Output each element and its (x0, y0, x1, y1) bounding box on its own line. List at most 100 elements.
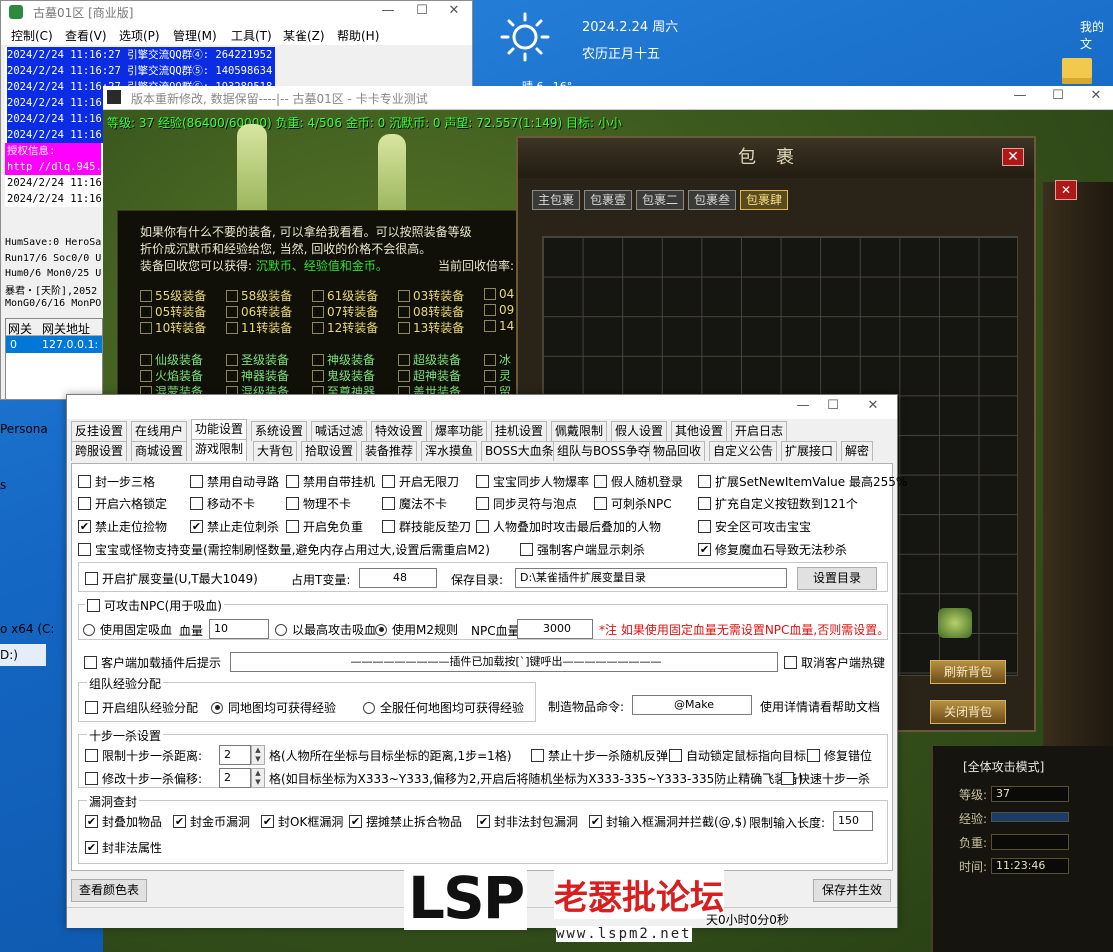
check-ten-step-offset[interactable]: 修改十步一杀偏移: (85, 770, 202, 787)
minimize-icon[interactable]: — (787, 397, 819, 417)
occupy-t-input[interactable]: 48 (359, 568, 437, 588)
close-icon[interactable]: ✕ (1055, 180, 1077, 200)
tab-system-settings[interactable]: 系统设置 (251, 421, 308, 441)
close-bag-button[interactable]: 关闭背包 (930, 700, 1006, 724)
recycle-option[interactable]: 12转装备 (312, 319, 378, 336)
minimize-icon[interactable]: — (371, 1, 405, 23)
check-cancel-client-hotkey[interactable]: 取消客户端热键 (784, 654, 885, 671)
col-gateway[interactable]: 网关 (8, 320, 32, 337)
tab-anticheat[interactable]: 反挂设置 (71, 421, 128, 441)
recycle-option[interactable]: 超神装备 (398, 367, 461, 384)
tab-pickup[interactable]: 拾取设置 (301, 441, 358, 461)
recycle-option[interactable]: 07转装备 (312, 303, 378, 320)
menu-help[interactable]: 帮助(H) (337, 27, 379, 44)
check-no-move-pickup[interactable]: ✔ 禁止走位捡物 (78, 518, 167, 535)
check-disable-pathfind[interactable]: 禁用自动寻路 (190, 473, 279, 490)
check-safezone-attack-pet[interactable]: 安全区可攻击宝宝 (698, 518, 811, 535)
bag-tab-4[interactable]: 包裹肆 (740, 190, 789, 210)
recycle-option[interactable]: 10转装备 (140, 319, 206, 336)
check-auto-lock-target[interactable]: 自动锁定鼠标指向目标 (669, 747, 806, 764)
check-ext-vars[interactable]: 开启扩展变量(U,T最大1049) (85, 570, 258, 587)
check-block-gold[interactable]: ✔ 封金币漏洞 (173, 813, 250, 830)
menu-view[interactable]: 查看(V) (65, 27, 107, 44)
check-fix-offset[interactable]: 修复错位 (807, 747, 872, 764)
check-stall-no-split[interactable]: ✔ 摆摊禁止拆合物品 (349, 813, 462, 830)
menu-control[interactable]: 控制(C) (11, 27, 53, 44)
col-gateway-address[interactable]: 网关地址 (42, 320, 90, 337)
maximize-icon[interactable]: ☐ (1041, 86, 1075, 108)
recycle-option[interactable]: 13转装备 (398, 319, 464, 336)
tab-shop[interactable]: 商城设置 (131, 441, 188, 461)
check-disable-afk[interactable]: 禁用自带挂机 (286, 473, 375, 490)
refresh-bag-button[interactable]: 刷新背包 (930, 660, 1006, 684)
recycle-option[interactable]: 05转装备 (140, 303, 206, 320)
recycle-option[interactable]: 61级装备 (312, 287, 378, 304)
check-ext-itemvalue[interactable]: 扩展SetNewItemValue 最高255% (698, 473, 907, 490)
check-block-ok-box[interactable]: ✔ 封OK框漏洞 (261, 813, 343, 830)
tab-drop-rate[interactable]: 爆率功能 (431, 421, 488, 441)
close-icon[interactable]: ✕ (437, 1, 471, 23)
close-icon[interactable]: ✕ (857, 397, 889, 417)
ten-step-distance-input[interactable]: 2 (219, 745, 251, 765)
check-ten-step-no-bounce[interactable]: 禁止十步一杀随机反弹 (531, 747, 668, 764)
bg-fragment-drive-d[interactable]: D:) (0, 644, 46, 666)
radio-max-attack-lifesteal[interactable]: 以最高攻击吸血 (275, 621, 376, 638)
recycle-option[interactable]: 58级装备 (226, 287, 292, 304)
tab-equip-recommend[interactable]: 装备推荐 (361, 441, 418, 461)
view-colors-button[interactable]: 查看颜色表 (71, 879, 147, 902)
menu-tools[interactable]: 工具(T) (231, 27, 272, 44)
recycle-option[interactable]: 04 (484, 287, 514, 301)
npc-hp-input[interactable]: 3000 (517, 619, 593, 639)
check-six-grid-lock[interactable]: 开启六格锁定 (78, 495, 167, 512)
recycle-option[interactable]: 鬼级装备 (312, 367, 375, 384)
menu-manage[interactable]: 管理(M) (173, 27, 217, 44)
recycle-option[interactable]: 圣级装备 (226, 351, 289, 368)
make-cmd-input[interactable]: @Make (632, 695, 752, 715)
menu-plugin[interactable]: 某雀(Z) (283, 27, 325, 44)
tab-chat-filter[interactable]: 喊话过滤 (311, 421, 368, 441)
tab-custom-notice[interactable]: 自定义公告 (709, 441, 778, 461)
minimize-icon[interactable]: — (1003, 86, 1037, 108)
desktop-shortcut-label[interactable]: 我的文 (1080, 18, 1113, 52)
tab-cross-server[interactable]: 跨服设置 (71, 441, 128, 461)
radio-fixed-lifesteal[interactable]: 使用固定吸血 (83, 621, 172, 638)
check-physical-nolag[interactable]: 物理不卡 (286, 495, 351, 512)
check-block-input[interactable]: ✔ 封输入框漏洞并拦截(@,$) (589, 813, 747, 830)
check-fast-ten-step[interactable]: 快速十步一杀 (781, 770, 870, 787)
check-move-nolag[interactable]: 移动不卡 (190, 495, 255, 512)
recycle-option[interactable]: 03转装备 (398, 287, 464, 304)
inventory-item[interactable] (938, 608, 972, 638)
maximize-icon[interactable]: ☐ (817, 397, 849, 417)
tab-bots[interactable]: 假人设置 (611, 421, 668, 441)
tab-decrypt[interactable]: 解密 (841, 441, 874, 461)
folder-icon[interactable] (1062, 58, 1092, 84)
check-pet-monster-vars[interactable]: 宝宝或怪物支持变量(需控制刷怪数量,避免内存占用过大,设置后需重启M2) (78, 541, 490, 558)
recycle-option[interactable]: 神级装备 (312, 351, 375, 368)
tab-team-boss[interactable]: 组队与BOSS争夺 (553, 441, 654, 461)
recycle-option[interactable]: 55级装备 (140, 287, 206, 304)
server-titlebar[interactable]: 古墓01区 [商业版] — ☐ ✕ (1, 1, 472, 23)
recycle-option[interactable]: 超级装备 (398, 351, 461, 368)
tab-feature-settings[interactable]: 功能设置 (191, 419, 248, 441)
check-team-exp[interactable]: 开启组队经验分配 (85, 699, 198, 716)
recycle-option[interactable]: 14 (484, 319, 514, 333)
recycle-option[interactable]: 仙级装备 (140, 351, 203, 368)
bag-tab-3[interactable]: 包裹叁 (688, 190, 737, 210)
table-row[interactable]: 0 127.0.0.1: (6, 336, 102, 353)
hp-input[interactable]: 10 (209, 619, 269, 639)
check-magic-nolag[interactable]: 魔法不卡 (382, 495, 447, 512)
recycle-option[interactable]: 神器装备 (226, 367, 289, 384)
menu-options[interactable]: 选项(P) (119, 27, 160, 44)
stepper-icon[interactable]: ▲ ▼ (251, 768, 265, 788)
set-dir-button[interactable]: 设置目录 (797, 567, 877, 590)
tab-equip-limit[interactable]: 佩戴限制 (551, 421, 608, 441)
check-bot-random-login[interactable]: 假人随机登录 (594, 473, 683, 490)
tab-fishing[interactable]: 浑水摸鱼 (421, 441, 478, 461)
check-client-hint[interactable]: 客户端加载插件后提示 (84, 654, 221, 671)
bag-tab-main[interactable]: 主包裹 (532, 190, 581, 210)
check-pet-droprate[interactable]: 宝宝同步人物爆率 (476, 473, 589, 490)
check-infinite-blade[interactable]: 开启无限刀 (382, 473, 459, 490)
check-fix-mana-stone[interactable]: ✔ 修复魔血石导致无法秒杀 (698, 541, 847, 558)
input-limit-input[interactable]: 150 (833, 811, 873, 831)
save-apply-button[interactable]: 保存并生效 (813, 879, 891, 902)
